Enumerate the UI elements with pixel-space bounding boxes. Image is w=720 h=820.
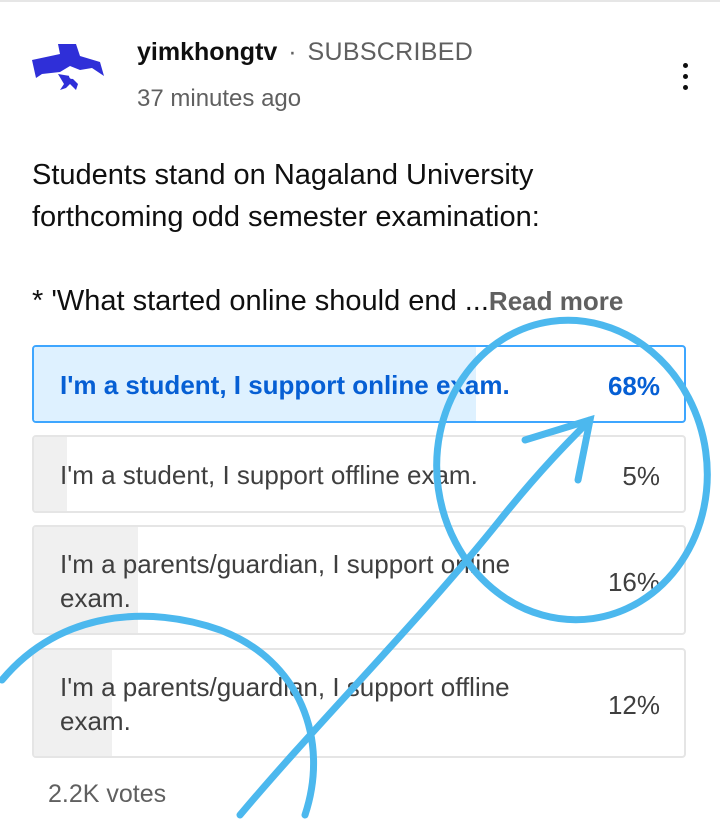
poll-option-percent: 12%	[607, 690, 660, 720]
poll-option-label: I'm a student, I support offline exam.	[60, 460, 478, 490]
poll-option-percent: 16%	[607, 567, 660, 597]
subscription-status[interactable]: SUBSCRIBED	[308, 38, 474, 66]
channel-name[interactable]: yimkhongtv	[137, 38, 277, 66]
poll-option[interactable]: I'm a student, I support offline exam. 5…	[32, 435, 686, 513]
read-more-link[interactable]: Read more	[489, 286, 623, 316]
separator-dot: ·	[288, 38, 297, 66]
channel-avatar[interactable]	[30, 40, 106, 96]
post-text: Students stand on Nagaland University fo…	[32, 154, 692, 322]
poll-option[interactable]: I'm a parents/guardian, I support offlin…	[32, 648, 686, 758]
more-vertical-icon	[672, 63, 698, 90]
poll-option-label: I'm a parents/guardian, I support offlin…	[60, 672, 510, 736]
channel-logo-icon	[32, 44, 104, 90]
poll-option-percent: 68%	[607, 371, 660, 401]
vote-count: 2.2K votes	[48, 780, 167, 808]
poll-option-label: I'm a parents/guardian, I support online…	[60, 549, 511, 613]
channel-header: yimkhongtv · SUBSCRIBED	[137, 36, 473, 68]
poll-option-label: I'm a student, I support online exam.	[60, 370, 510, 400]
poll-option[interactable]: I'm a parents/guardian, I support online…	[32, 525, 686, 635]
post-timestamp: 37 minutes ago	[137, 85, 302, 112]
more-options-button[interactable]	[672, 60, 698, 94]
poll-option-percent: 5%	[622, 461, 660, 491]
post-text-line: forthcoming odd semester examination:	[32, 201, 540, 233]
post-text-line: Students stand on Nagaland University	[32, 159, 534, 191]
post-text-excerpt: * 'What started online should end ...	[32, 285, 489, 317]
post-text-line: * 'What started online should end ...Rea…	[32, 280, 692, 322]
poll-option[interactable]: I'm a student, I support online exam. 68…	[32, 345, 686, 423]
top-divider	[0, 0, 720, 2]
